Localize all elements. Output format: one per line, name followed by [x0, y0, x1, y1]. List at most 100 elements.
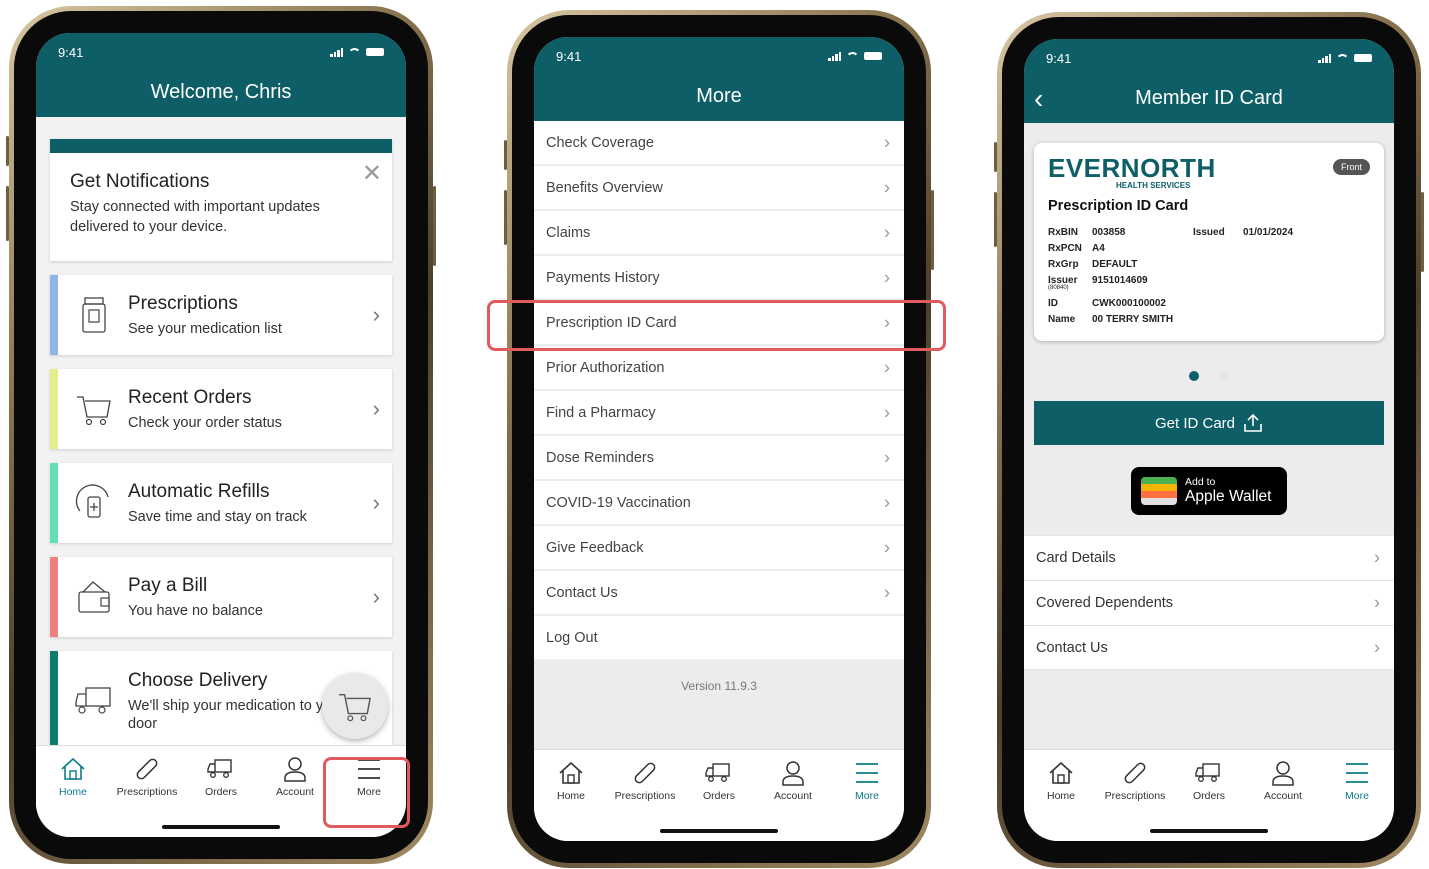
home-indicator: [162, 825, 280, 829]
truck-icon: [1194, 758, 1224, 788]
automatic-refills-card[interactable]: Automatic Refills Save time and stay on t…: [50, 463, 392, 543]
tab-label: Home: [58, 786, 87, 798]
chevron-right-icon: ›: [1374, 547, 1380, 568]
menu-item-check-coverage[interactable]: Check Coverage ›: [534, 121, 904, 166]
wallet-label: Apple Wallet: [1185, 488, 1272, 505]
battery-icon: [1354, 54, 1372, 62]
card-side-badge: Front: [1332, 159, 1370, 175]
field-value: 00 TERRY SMITH: [1092, 313, 1174, 325]
status-bar: 9:41: [1024, 39, 1394, 77]
chevron-right-icon: ›: [884, 177, 890, 197]
id-card[interactable]: EVERNORTH HEALTH SERVICES Front Prescrip…: [1034, 143, 1384, 341]
prescriptions-card[interactable]: Prescriptions See your medication list ›: [50, 275, 392, 355]
menu-item-log-out[interactable]: Log Out: [534, 616, 904, 661]
page-dot[interactable]: [1189, 371, 1199, 381]
card-title: Automatic Refills: [128, 481, 270, 502]
highlight-prescription-id-card: [487, 300, 946, 351]
get-id-card-button[interactable]: Get ID Card: [1034, 401, 1384, 445]
wallet-label-small: Add to: [1185, 476, 1216, 488]
chevron-right-icon: ›: [372, 584, 380, 609]
list-item-card-details[interactable]: Card Details ›: [1024, 535, 1394, 580]
card-row: ID CWK000100002: [1048, 295, 1370, 311]
menu-label: Log Out: [546, 629, 598, 646]
tab-home[interactable]: Home: [536, 758, 606, 841]
card-options-list: Card Details › Covered Dependents › Contac…: [1024, 535, 1394, 670]
add-to-apple-wallet-button[interactable]: Add to Apple Wallet: [1131, 467, 1287, 515]
phone-home: 9:41 Welcome, Chris ✕ Get Notifications …: [6, 6, 436, 864]
menu-label: Give Feedback: [546, 539, 644, 556]
page-title: Member ID Card: [1135, 87, 1283, 109]
brand-subtitle: HEALTH SERVICES: [1116, 181, 1191, 190]
card-title: Pay a Bill: [128, 575, 208, 596]
field-value: 01/01/2024: [1243, 226, 1294, 238]
field-label: RxGrp: [1048, 258, 1079, 270]
chevron-right-icon: ›: [884, 222, 890, 242]
menu-item-claims[interactable]: Claims ›: [534, 211, 904, 256]
home-icon: [556, 758, 586, 788]
menu-label: Find a Pharmacy: [546, 404, 656, 421]
menu-item-prior-authorization[interactable]: Prior Authorization ›: [534, 346, 904, 391]
chevron-right-icon: ›: [884, 582, 890, 602]
field-value: A4: [1092, 242, 1105, 254]
status-bar: 9:41: [534, 37, 904, 75]
menu-item-dose-reminders[interactable]: Dose Reminders ›: [534, 436, 904, 481]
tab-label: Orders: [1192, 790, 1226, 802]
tab-bar: Home Prescriptions Orders Account More: [1024, 749, 1394, 841]
user-icon: [1268, 758, 1298, 788]
chevron-right-icon: ›: [884, 447, 890, 467]
menu-label: Dose Reminders: [546, 449, 654, 466]
status-time: 9:41: [556, 48, 582, 64]
card-title: Prescription ID Card: [1048, 198, 1189, 214]
tab-label: Prescriptions: [1104, 790, 1166, 802]
card-row: RxBIN 003858 Issued 01/01/2024: [1048, 224, 1370, 240]
tab-label: Home: [1046, 790, 1075, 802]
wallet-icon: [74, 577, 114, 617]
tab-more[interactable]: More: [832, 758, 902, 841]
menu-item-find-pharmacy[interactable]: Find a Pharmacy ›: [534, 391, 904, 436]
tab-home[interactable]: Home: [1026, 758, 1096, 841]
highlight-more-tab: [323, 757, 410, 828]
user-icon: [778, 758, 808, 788]
menu-label: Payments History: [546, 269, 660, 286]
card-subtitle: You have no balance: [128, 603, 263, 619]
tab-home[interactable]: Home: [38, 754, 108, 837]
chevron-right-icon: ›: [884, 402, 890, 422]
menu-item-contact-us[interactable]: Contact Us ›: [534, 571, 904, 616]
share-icon: [1244, 414, 1262, 432]
chevron-right-icon: ›: [884, 132, 890, 152]
page-dot[interactable]: [1219, 371, 1229, 381]
phone-more: 9:41 More Check Coverage › Benefits Overv…: [504, 10, 934, 868]
notification-card[interactable]: ✕ Get Notifications Stay connected with …: [50, 139, 392, 261]
list-item-covered-dependents[interactable]: Covered Dependents ›: [1024, 580, 1394, 625]
menu-item-give-feedback[interactable]: Give Feedback ›: [534, 526, 904, 571]
cart-fab-button[interactable]: [322, 673, 388, 739]
prescription-bottle-icon: [74, 295, 114, 335]
more-menu: Check Coverage › Benefits Overview › Claim…: [534, 121, 904, 661]
tab-label: Account: [774, 790, 812, 802]
field-value: CWK000100002: [1092, 297, 1166, 309]
card-subtitle: Save time and stay on track: [128, 509, 307, 525]
tab-more[interactable]: More: [1322, 758, 1392, 841]
carousel-dots[interactable]: [1024, 371, 1394, 381]
recent-orders-card[interactable]: Recent Orders Check your order status ›: [50, 369, 392, 449]
menu-item-benefits-overview[interactable]: Benefits Overview ›: [534, 166, 904, 211]
delivery-truck-icon: [74, 681, 114, 721]
notification-title: Get Notifications: [70, 171, 210, 192]
list-item-contact-us[interactable]: Contact Us ›: [1024, 625, 1394, 670]
app-version: Version 11.9.3: [681, 679, 757, 693]
field-value: 9151014609: [1092, 274, 1148, 286]
status-bar: 9:41: [36, 33, 406, 71]
signal-icon: [1318, 53, 1331, 63]
menu-item-payments-history[interactable]: Payments History ›: [534, 256, 904, 301]
menu-item-covid-vaccination[interactable]: COVID-19 Vaccination ›: [534, 481, 904, 526]
chevron-right-icon: ›: [1374, 592, 1380, 613]
back-arrow-icon[interactable]: ‹: [1034, 83, 1043, 115]
pay-bill-card[interactable]: Pay a Bill You have no balance ›: [50, 557, 392, 637]
home-screen: 9:41 Welcome, Chris ✕ Get Notifications …: [36, 33, 406, 837]
wifi-icon: [846, 51, 859, 61]
card-title: Recent Orders: [128, 387, 252, 408]
battery-icon: [864, 52, 882, 60]
close-icon[interactable]: ✕: [362, 159, 382, 188]
truck-icon: [704, 758, 734, 788]
member-id-screen: 9:41 ‹ Member ID Card EVERNORTH HEALTH S…: [1024, 39, 1394, 841]
